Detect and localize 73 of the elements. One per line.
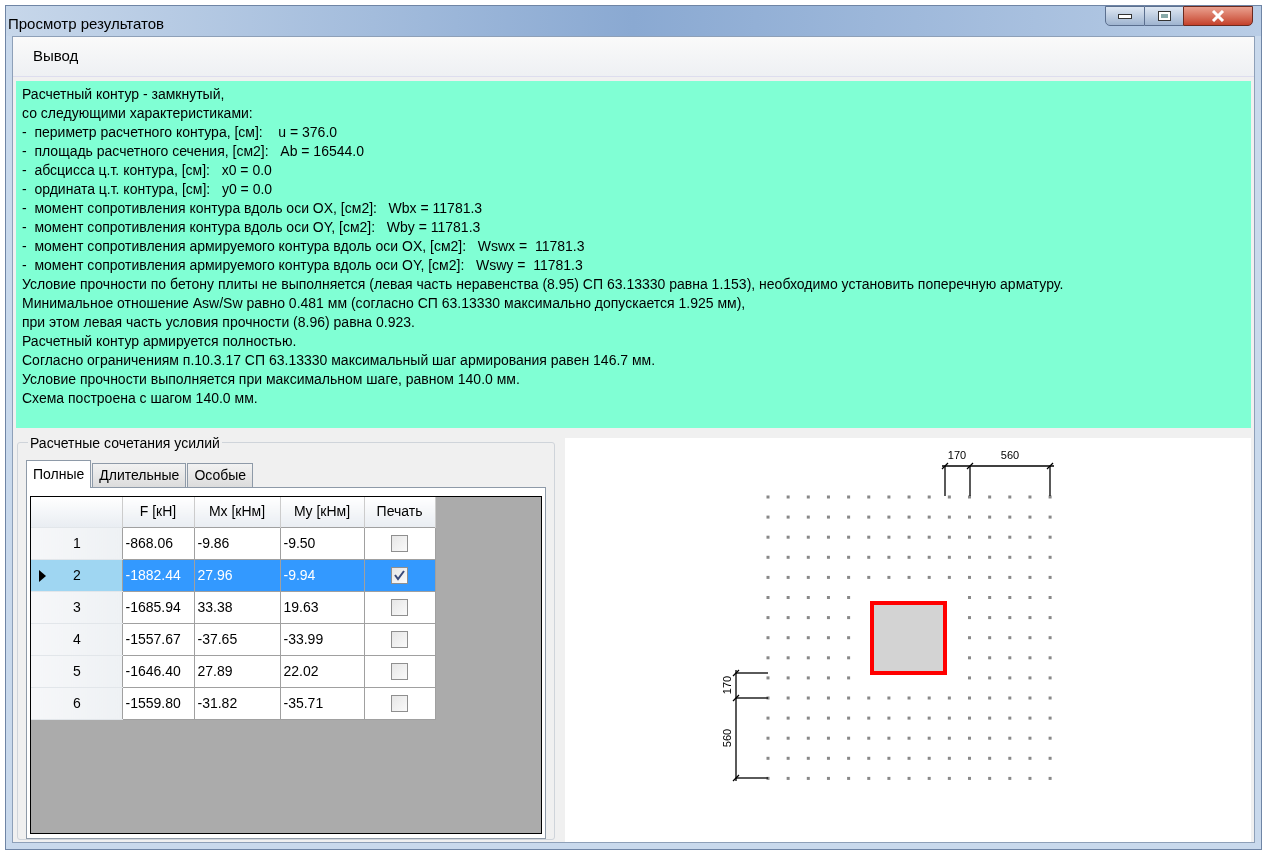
- table-cell: -1557.67: [122, 623, 194, 655]
- current-row-icon: [39, 569, 46, 582]
- row-header[interactable]: 3: [31, 591, 122, 623]
- column-header[interactable]: F [кН]: [122, 497, 194, 527]
- row-number: 5: [72, 661, 82, 681]
- row-number: 6: [72, 693, 82, 713]
- table-cell: 19.63: [280, 591, 364, 623]
- table-cell: 27.89: [194, 655, 280, 687]
- result-line: Минимальное отношение Asw/Sw равно 0.481 мм (согласно СП 63.13330 максимально допускается 1.925 мм),: [22, 294, 747, 313]
- row-number: 3: [72, 597, 82, 617]
- result-line: - абсцисса ц.т. контура, [см]: x0 = 0.0: [22, 161, 273, 180]
- table-cell: -31.82: [194, 687, 280, 719]
- table-cell: -1882.44: [122, 559, 194, 591]
- tab[interactable]: Особые: [187, 463, 254, 487]
- table-cell: -1646.40: [122, 655, 194, 687]
- table-cell: 33.38: [194, 591, 280, 623]
- result-line: Условие прочности выполняется при максимальном шаге, равном 140.0 мм.: [22, 370, 521, 389]
- dimension-label: 170: [947, 449, 967, 461]
- result-line: Схема построена с шагом 140.0 мм.: [22, 389, 259, 408]
- tab[interactable]: Длительные: [92, 463, 187, 487]
- dimension-label: 560: [1000, 449, 1020, 461]
- result-line: - момент сопротивления армируемого контура вдоль оси OY, [см2]: Wswy = 11781.3: [22, 256, 584, 275]
- table-cell: -1685.94: [122, 591, 194, 623]
- result-line: Расчетный контур - замкнутый,: [22, 85, 226, 104]
- row-number: 1: [72, 533, 82, 553]
- tab[interactable]: Полные: [26, 460, 92, 488]
- table-cell: 27.96: [194, 559, 280, 591]
- table-cell: 22.02: [280, 655, 364, 687]
- row-header[interactable]: 6: [31, 687, 122, 719]
- table-cell: -1559.80: [122, 687, 194, 719]
- result-line: со следующими характеристиками:: [22, 104, 254, 123]
- close-button[interactable]: [1183, 6, 1253, 26]
- column-header[interactable]: Печать: [364, 497, 435, 527]
- result-line: - площадь расчетного сечения, [см2]: Ab = 16544.0: [22, 142, 365, 161]
- table-cell: -9.94: [280, 559, 364, 591]
- row-number: 2: [72, 565, 82, 585]
- result-line: - ордината ц.т. контура, [см]: y0 = 0.0: [22, 180, 274, 199]
- checkbox[interactable]: [391, 567, 408, 585]
- result-line: - момент сопротивления контура вдоль оси OX, [см2]: Wbx = 11781.3: [22, 199, 484, 218]
- row-header[interactable]: 2: [31, 559, 122, 591]
- result-line: при этом левая часть условия прочности (8.96) равна 0.923.: [22, 313, 416, 332]
- minimize-icon: [1118, 13, 1132, 19]
- row-header[interactable]: 4: [31, 623, 122, 655]
- checkbox[interactable]: [391, 695, 408, 713]
- result-line: Условие прочности по бетону плиты не выполняется (левая часть неравенства (8.95) СП 63.13330 равна 1.153), необходимо установить поперечную арматуру.: [22, 275, 1065, 294]
- close-icon: [1211, 10, 1225, 22]
- result-line: - периметр расчетного контура, [см]: u = 376.0: [22, 123, 339, 142]
- dimension-label: 560: [721, 728, 733, 748]
- row-header[interactable]: 1: [31, 527, 122, 559]
- table-cell: -868.06: [122, 527, 194, 559]
- dimension-label: 170: [721, 675, 733, 695]
- checkbox[interactable]: [391, 599, 408, 617]
- maximize-icon: [1157, 11, 1171, 21]
- table-cell: -37.65: [194, 623, 280, 655]
- result-line: Согласно ограничениям п.10.3.17 СП 63.13330 максимальный шаг армирования равен 146.7 мм.: [22, 351, 657, 370]
- table-cell: -9.86: [194, 527, 280, 559]
- minimize-button[interactable]: [1105, 6, 1145, 26]
- result-line: - момент сопротивления контура вдоль оси OY, [см2]: Wby = 11781.3: [22, 218, 482, 237]
- column-header[interactable]: My [кНм]: [280, 497, 364, 527]
- table-cell: -33.99: [280, 623, 364, 655]
- column-header[interactable]: Mx [кНм]: [194, 497, 280, 527]
- window-title: Просмотр результатов: [7, 14, 165, 34]
- result-line: - момент сопротивления армируемого контура вдоль оси OX, [см2]: Wswx = 11781.3: [22, 237, 586, 256]
- table-cell: -9.50: [280, 527, 364, 559]
- row-number: 4: [72, 629, 82, 649]
- checkbox[interactable]: [391, 663, 408, 681]
- checkbox[interactable]: [391, 535, 408, 553]
- checkbox[interactable]: [391, 631, 408, 649]
- result-line: Расчетный контур армируется полностью.: [22, 332, 298, 351]
- menu-item[interactable]: Вывод: [33, 45, 79, 68]
- maximize-button[interactable]: [1145, 6, 1183, 26]
- row-header[interactable]: 5: [31, 655, 122, 687]
- table-cell: -35.71: [280, 687, 364, 719]
